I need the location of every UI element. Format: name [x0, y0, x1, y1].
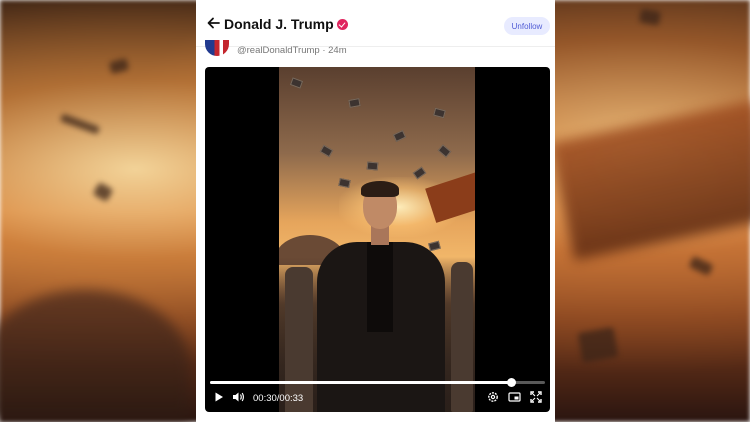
- profile-name: Donald J. Trump: [224, 16, 334, 32]
- video-scene-bill: [392, 130, 407, 142]
- background-bill: [577, 327, 619, 363]
- video-player[interactable]: 00:30/00:33: [205, 67, 550, 412]
- current-time: 00:30: [253, 393, 277, 404]
- play-button[interactable]: [213, 391, 225, 403]
- video-scene-bill: [319, 144, 334, 158]
- fullscreen-button[interactable]: [530, 391, 542, 403]
- settings-button[interactable]: [487, 391, 499, 403]
- video-scrubber-handle[interactable]: [507, 378, 516, 387]
- video-scene-shirt: [367, 242, 393, 332]
- video-scene-bill: [437, 144, 452, 158]
- video-scene-bill: [348, 98, 361, 108]
- video-scene-bill: [366, 161, 379, 171]
- post-card: Donald J. Trump Unfollow @realDonaldTrum…: [196, 0, 555, 422]
- user-handle: @realDonaldTrump: [237, 45, 320, 56]
- video-progress-bar[interactable]: [210, 378, 545, 387]
- arrow-left-icon: [207, 17, 220, 29]
- settings-icon: [488, 392, 498, 402]
- fullscreen-icon: [530, 391, 542, 403]
- page-title: Donald J. Trump: [224, 16, 348, 32]
- video-timecode: 00:30/00:33: [253, 393, 303, 404]
- profile-header: Donald J. Trump Unfollow: [196, 0, 555, 47]
- unfollow-button[interactable]: Unfollow: [504, 17, 550, 35]
- video-scene-bill: [289, 77, 304, 89]
- video-progress-fill: [210, 381, 512, 384]
- video-frame: [279, 67, 475, 412]
- video-scene-bill: [433, 107, 446, 119]
- meta-separator: ·: [322, 45, 326, 56]
- back-button[interactable]: [204, 14, 222, 32]
- avatar[interactable]: [205, 40, 229, 56]
- video-controls: 00:30/00:33: [205, 389, 550, 411]
- post-time: 24m: [328, 45, 347, 56]
- picture-in-picture-icon: [508, 392, 521, 402]
- post-meta: @realDonaldTrump · 24m: [237, 45, 347, 56]
- volume-icon: [233, 392, 244, 402]
- volume-button[interactable]: [232, 391, 246, 403]
- video-scene-hair: [361, 181, 399, 197]
- video-scene-tent: [425, 167, 475, 223]
- play-icon: [215, 392, 223, 402]
- verified-badge-icon: [336, 19, 348, 30]
- video-scene-bill: [428, 240, 441, 252]
- duration: 00:33: [279, 393, 304, 404]
- picture-in-picture-button[interactable]: [508, 391, 521, 403]
